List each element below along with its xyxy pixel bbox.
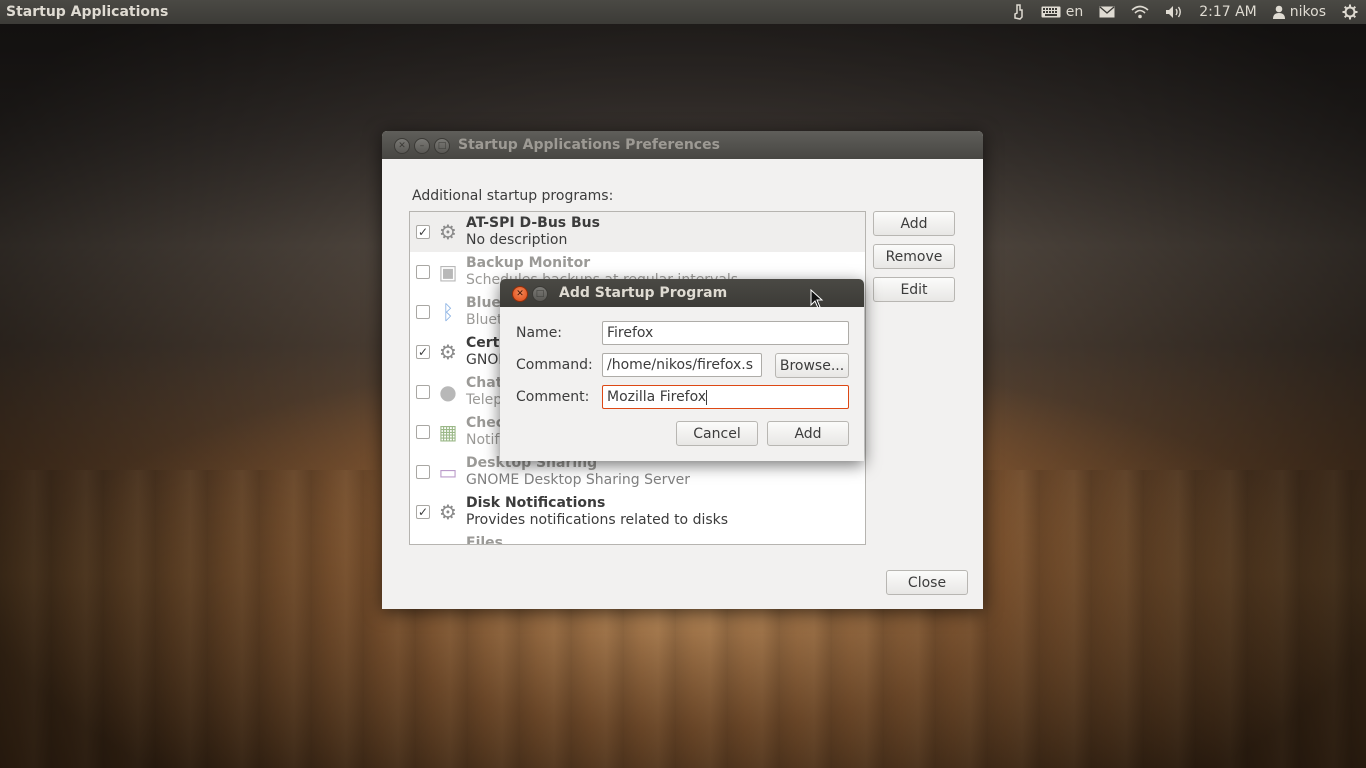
enable-checkbox[interactable]: ✓ [416,505,430,519]
desktop-sharing-icon: ▭ [438,460,458,484]
edit-button[interactable]: Edit [873,277,955,302]
top-panel: Startup Applications en 2:17 AM nikos [0,0,1366,24]
list-label: Additional startup programs: [412,188,614,204]
close-icon[interactable]: ✕ [394,138,410,154]
mail-icon [1099,6,1115,18]
user-icon [1272,5,1285,19]
program-name: AT-SPI D-Bus Bus [466,215,600,231]
files-icon: ⚙ [436,540,460,544]
command-field[interactable]: /home/nikos/firefox.s [602,353,762,377]
clock-label: 2:17 AM [1199,4,1257,20]
add-button[interactable]: Add [873,211,955,236]
maximize-icon[interactable]: □ [434,138,450,154]
enable-checkbox[interactable] [416,465,430,479]
list-item[interactable]: ✓ ⚙ AT-SPI D-Bus Bus No description [410,212,865,252]
network-indicator[interactable] [1123,0,1157,24]
close-button[interactable]: Close [886,570,968,595]
gears-icon: ⚙ [439,500,457,524]
mouse-pointer-icon [810,289,824,309]
enable-checkbox[interactable] [416,425,430,439]
program-description: No description [466,232,568,248]
keyboard-layout-label: en [1065,4,1084,20]
name-label: Name: [516,325,563,341]
enable-checkbox[interactable]: ✓ [416,225,430,239]
user-indicator[interactable]: nikos [1265,0,1334,24]
program-name: Chat [466,375,503,391]
accessibility-indicator[interactable] [1005,0,1033,24]
dialog-add-button[interactable]: Add [767,421,849,446]
enable-checkbox[interactable] [416,305,430,319]
bluetooth-icon: ᛒ [442,300,454,324]
program-name: Files [466,535,503,545]
minimize-icon[interactable]: – [414,138,430,154]
sound-indicator[interactable] [1157,0,1191,24]
comment-text: Mozilla Firefox [607,389,707,405]
accessibility-icon [1013,4,1023,20]
enable-checkbox[interactable] [416,265,430,279]
wifi-icon [1131,5,1149,19]
active-app-title: Startup Applications [6,4,169,20]
user-name-label: nikos [1289,4,1326,20]
command-label: Command: [516,357,593,373]
gears-icon: ⚙ [439,220,457,244]
session-indicator[interactable] [1334,0,1366,24]
browse-button[interactable]: Browse... [775,353,849,378]
enable-checkbox[interactable] [416,385,430,399]
comment-label: Comment: [516,389,590,405]
indicator-area: en 2:17 AM nikos [1005,0,1366,24]
program-name: Disk Notifications [466,495,606,511]
volume-icon [1166,6,1182,18]
remove-button[interactable]: Remove [873,244,955,269]
keyboard-icon [1041,6,1061,18]
program-name: Backup Monitor [466,255,591,271]
enable-checkbox[interactable]: ✓ [416,345,430,359]
comment-field[interactable]: Mozilla Firefox [602,385,849,409]
maximize-icon[interactable]: □ [532,286,548,302]
cancel-button[interactable]: Cancel [676,421,758,446]
text-caret [706,389,708,405]
messaging-indicator[interactable] [1091,0,1123,24]
clock-indicator[interactable]: 2:17 AM [1191,0,1265,24]
program-description: GNOME Desktop Sharing Server [466,472,691,488]
list-item[interactable]: ✓ ⚙ Disk Notifications Provides notifica… [410,492,865,532]
dialog-title: Add Startup Program [559,285,728,301]
list-item[interactable]: ⚙ Files [410,532,865,545]
window-titlebar[interactable]: ✕ – □ Startup Applications Preferences [382,131,983,159]
gears-icon: ⚙ [439,340,457,364]
update-check-icon: ▦ [438,420,458,444]
keyboard-indicator[interactable]: en [1033,0,1092,24]
close-icon[interactable]: ✕ [512,286,528,302]
backup-icon: ▣ [438,260,458,284]
chat-icon: ● [439,380,457,404]
program-description: Provides notifications related to disks [466,512,729,528]
power-gear-icon [1342,4,1358,20]
window-title: Startup Applications Preferences [458,137,720,153]
name-field[interactable]: Firefox [602,321,849,345]
